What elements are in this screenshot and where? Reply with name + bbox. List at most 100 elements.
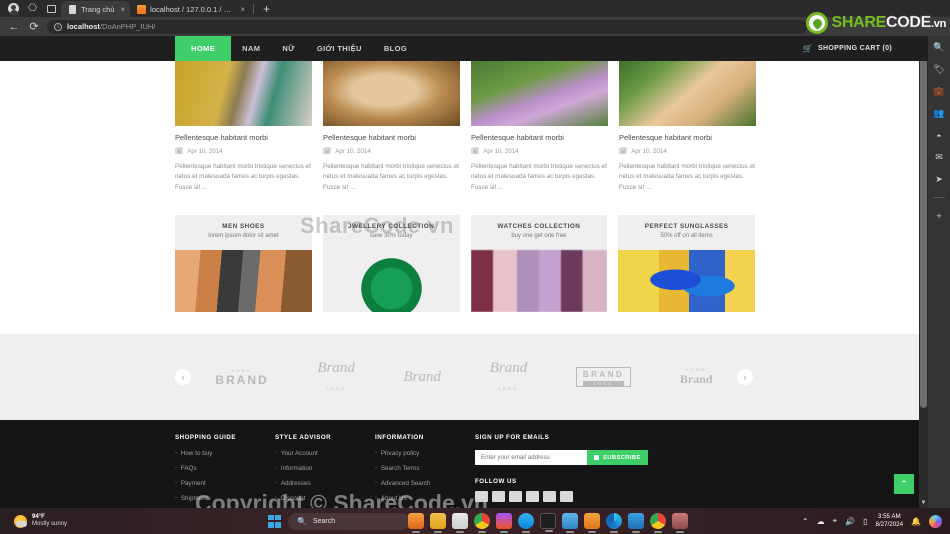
weather-widget[interactable]: 94°F Mostly sunny [0, 514, 67, 528]
add-sidebar-icon[interactable]: + [933, 209, 946, 222]
youtube-icon[interactable] [560, 491, 573, 503]
xampp-taskbar-icon[interactable] [408, 513, 424, 533]
wifi-icon[interactable]: ⌖ [833, 516, 838, 526]
notification-bell-icon[interactable]: 🔔 [911, 517, 921, 526]
back-icon[interactable]: ← [4, 17, 24, 36]
nav-item-blog[interactable]: BLOG [373, 36, 418, 61]
footer-link[interactable]: › Addresses [275, 480, 375, 487]
blog-title[interactable]: Pellentesque habitant morbi [323, 133, 460, 142]
chrome-taskbar-icon[interactable] [474, 513, 490, 533]
blog-thumbnail[interactable] [175, 61, 312, 126]
scroll-down-arrow[interactable]: ▼ [919, 498, 928, 508]
blog-card[interactable]: Pellentesque habitant morbi 🗓 Apr 10, 20… [471, 61, 608, 193]
briefcase-icon[interactable]: 💼 [933, 85, 946, 98]
figma-taskbar-icon[interactable] [496, 513, 512, 533]
blog-date: 🗓 Apr 10, 2014 [323, 147, 460, 156]
blog-thumbnail[interactable] [323, 61, 460, 126]
brand-logo[interactable]: Brand [404, 369, 442, 386]
outlook-icon[interactable]: ✉ [933, 151, 946, 164]
pinterest-icon[interactable] [526, 491, 539, 503]
brand-logo[interactable]: BRAND LOGO [575, 367, 632, 388]
shopping-cart-link[interactable]: 🛒 SHOPPING CART (0) [803, 44, 892, 53]
google-plus-icon[interactable] [509, 491, 522, 503]
nav-item-home[interactable]: HOME [175, 36, 232, 61]
brand-logo[interactable]: LOGO BRAND [215, 368, 268, 387]
footer-link[interactable]: › How to buy [175, 450, 275, 457]
footer-link[interactable]: › FAQs [175, 465, 275, 472]
terminal-taskbar-icon[interactable] [540, 513, 556, 532]
browser-tab-0[interactable]: Trang chủ × [61, 1, 131, 17]
show-hidden-icons[interactable]: ⌃ [802, 517, 809, 526]
footer-link[interactable]: › Information [275, 465, 375, 472]
promo-banner-men-shoes[interactable]: MEN SHOES lorem ipsum dolor sit amet [175, 215, 312, 313]
blog-card[interactable]: Pellentesque habitant morbi 🗓 Apr 10, 20… [175, 61, 312, 193]
promo-banner-watches[interactable]: WATCHES COLLECTION buy one get one free [470, 215, 608, 313]
scroll-to-top-button[interactable]: ⌃ [894, 474, 914, 494]
blog-thumbnail[interactable] [619, 61, 756, 126]
copilot-icon[interactable] [929, 514, 942, 528]
close-icon[interactable]: × [241, 5, 246, 14]
edge-taskbar-icon[interactable] [606, 513, 622, 533]
footer-link[interactable]: › Shipment [175, 495, 275, 502]
brand-sub: LOGO [498, 385, 519, 391]
page-scrollbar[interactable]: ▲ ▼ [919, 36, 928, 508]
notepad-taskbar-icon[interactable] [562, 513, 578, 533]
blog-card[interactable]: Pellentesque habitant morbi 🗓 Apr 10, 20… [619, 61, 756, 193]
nav-item-nam[interactable]: NAM [231, 36, 271, 61]
facebook-icon[interactable] [475, 491, 488, 503]
taskbar-search[interactable]: 🔍 Search [288, 512, 410, 530]
media-icon[interactable]: ◓ [933, 129, 946, 142]
blog-title[interactable]: Pellentesque habitant morbi [471, 133, 608, 142]
site-info-icon[interactable]: i [54, 22, 62, 31]
brand-logo[interactable]: LOGO Brand [680, 367, 713, 387]
new-tab-button[interactable]: + [257, 1, 276, 17]
tab-group-icon[interactable] [42, 0, 61, 17]
tab-search-icon[interactable]: ⎔ [23, 0, 42, 17]
footer-link[interactable]: › Advanced Search [375, 480, 475, 487]
brand-logo[interactable]: Brand LOGO [490, 360, 528, 395]
footer-link[interactable]: › Search Terms [375, 465, 475, 472]
carousel-prev-button[interactable]: ‹ [175, 369, 191, 386]
footer-link[interactable]: › Your Account [275, 450, 375, 457]
telegram-icon[interactable]: ➤ [933, 173, 946, 186]
start-button[interactable] [268, 514, 281, 528]
battery-icon[interactable]: ▯ [863, 517, 867, 526]
blog-title[interactable]: Pellentesque habitant morbi [619, 133, 756, 142]
chrome2-taskbar-icon[interactable] [650, 513, 666, 533]
store-taskbar-icon[interactable] [452, 513, 468, 533]
promo-banner-sunglasses[interactable]: PERFECT SUNGLASSES 50% off on all items [618, 215, 755, 313]
blog-title[interactable]: Pellentesque habitant morbi [175, 133, 312, 142]
footer-link[interactable]: › About Us [375, 495, 475, 502]
vscode-taskbar-icon[interactable] [628, 513, 644, 533]
volume-icon[interactable]: 🔊 [845, 517, 855, 526]
file-explorer-taskbar-icon[interactable] [430, 513, 446, 533]
nav-item-gioi-thieu[interactable]: GIỚI THIỆU [306, 36, 373, 61]
phpmyadmin-taskbar-icon[interactable] [672, 513, 688, 533]
nav-item-nu[interactable]: NỮ [271, 36, 305, 61]
promo-banner-jwellery[interactable]: JWELLERY COLLECTION save 30% today [322, 215, 460, 313]
blog-card[interactable]: Pellentesque habitant morbi 🗓 Apr 10, 20… [323, 61, 460, 193]
visualstudio-taskbar-icon[interactable] [584, 513, 600, 533]
brand-logo[interactable]: Brand LOGO [317, 360, 355, 395]
footer-link[interactable]: › Privacy policy [375, 450, 475, 457]
carousel-next-button[interactable]: › [737, 369, 753, 386]
close-icon[interactable]: × [121, 5, 126, 14]
reload-icon[interactable]: ⟳ [24, 17, 44, 36]
email-input[interactable] [475, 450, 587, 466]
shopping-tag-icon[interactable]: 🏷 [933, 63, 946, 76]
scrollbar-thumb[interactable] [920, 50, 927, 408]
footer-link[interactable]: › Payment [175, 480, 275, 487]
onedrive-icon[interactable]: ☁ [817, 517, 825, 526]
contacts-icon[interactable]: 👥 [933, 107, 946, 120]
blog-thumbnail[interactable] [471, 61, 608, 126]
messenger-taskbar-icon[interactable] [518, 513, 534, 533]
subscribe-button[interactable]: SUBSCRIBE [587, 450, 648, 466]
rss-icon[interactable] [543, 491, 556, 503]
profile-avatar[interactable] [4, 0, 23, 17]
address-bar[interactable]: i localhost/DoAnPHP_IUH/ [47, 19, 807, 34]
footer-link[interactable]: › Discount [275, 495, 375, 502]
search-icon[interactable]: 🔍 [933, 41, 946, 54]
twitter-icon[interactable] [492, 491, 505, 503]
browser-tab-1[interactable]: localhost / 127.0.0.1 / shoedatabase × [130, 1, 250, 17]
taskbar-clock[interactable]: 3:55 AM 8/27/2024 [876, 513, 904, 530]
